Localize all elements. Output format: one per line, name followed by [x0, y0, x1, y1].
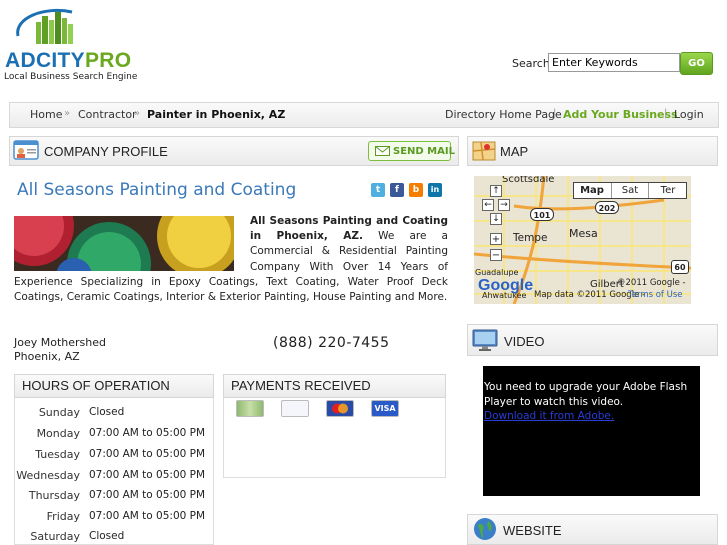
hours-time: 07:00 AM to 05:00 PM: [89, 489, 206, 501]
check-icon: [281, 400, 309, 417]
route-101-shield: 101: [530, 208, 554, 221]
logo-tagline: Local Business Search Engine: [4, 72, 138, 82]
download-adobe-link[interactable]: Download it from Adobe.: [484, 410, 614, 422]
hours-time: Closed: [89, 406, 125, 418]
website-title: WEBSITE: [503, 523, 562, 538]
hours-time: 07:00 AM to 05:00 PM: [89, 469, 206, 481]
profile-card-icon: [13, 140, 39, 160]
search-input[interactable]: [548, 53, 680, 72]
breadcrumb-separator: »: [64, 108, 71, 119]
map-view[interactable]: Scottsdale Tempe Mesa Gilbert Guadalupe …: [474, 176, 691, 304]
directory-home-link[interactable]: Directory Home Page: [445, 108, 562, 121]
hours-title: HOURS OF OPERATION: [22, 378, 170, 393]
route-60-shield: 60: [671, 260, 689, 274]
hours-day: Sunday: [38, 406, 80, 419]
hours-day: Friday: [46, 510, 80, 523]
send-mail-label: SEND MAIL: [393, 146, 455, 157]
add-business-link[interactable]: Add Your Business: [563, 108, 678, 121]
go-button[interactable]: GO: [680, 52, 713, 75]
twitter-icon[interactable]: t: [371, 183, 385, 197]
flash-upgrade-message: You need to upgrade your Adobe Flash Pla…: [484, 381, 688, 408]
nav-divider: |: [664, 108, 668, 119]
pan-up-icon[interactable]: ↑: [490, 185, 502, 197]
search-label: Search: [512, 57, 550, 70]
hours-time: 07:00 AM to 05:00 PM: [89, 510, 206, 522]
map-copyright: ©2011 Google -: [617, 278, 686, 288]
map-label-guadalupe: Guadalupe: [475, 268, 519, 277]
globe-icon: [474, 518, 496, 540]
hours-time: 07:00 AM to 05:00 PM: [89, 448, 206, 460]
business-name: All Seasons Painting and Coating: [17, 180, 297, 200]
map-icon: [472, 141, 496, 161]
route-202-shield: 202: [595, 201, 619, 214]
mastercard-icon: [326, 400, 354, 417]
hours-day: Monday: [36, 427, 80, 440]
logo-swoosh-icon: [16, 9, 73, 44]
contact-city: Phoenix, AZ: [14, 350, 80, 363]
hours-day: Saturday: [30, 530, 80, 543]
phone-number: (888) 220-7455: [273, 335, 390, 351]
map-label-tempe: Tempe: [513, 232, 548, 244]
company-profile-title: COMPANY PROFILE: [44, 144, 168, 159]
zoom-in-icon[interactable]: +: [490, 233, 502, 245]
visa-icon: VISA: [371, 400, 399, 417]
blogger-icon[interactable]: b: [409, 183, 423, 197]
monitor-icon: [472, 329, 498, 351]
pan-right-icon[interactable]: →: [498, 199, 510, 211]
business-description: All Seasons Painting and Coating in Phoe…: [14, 214, 448, 305]
google-logo[interactable]: Google: [478, 277, 533, 295]
pan-left-icon[interactable]: ←: [482, 199, 494, 211]
map-type-map[interactable]: Map: [574, 183, 610, 198]
logo[interactable]: ADCITYPRO: [5, 49, 131, 73]
login-link[interactable]: Login: [674, 108, 704, 121]
hours-day: Thursday: [28, 489, 80, 502]
facebook-icon[interactable]: f: [390, 183, 404, 197]
breadcrumb-contractor[interactable]: Contractor: [78, 108, 137, 121]
contact-name: Joey Mothershed: [14, 336, 106, 349]
breadcrumb-home[interactable]: Home: [30, 108, 62, 121]
payments-title: PAYMENTS RECEIVED: [231, 378, 371, 393]
hours-time: 07:00 AM to 05:00 PM: [89, 427, 206, 439]
video-title: VIDEO: [504, 334, 545, 349]
map-label-mesa: Mesa: [569, 227, 598, 240]
cash-icon: [236, 400, 264, 417]
map-type-sat[interactable]: Sat: [611, 183, 648, 198]
hours-time: Closed: [89, 530, 125, 542]
hours-day: Wednesday: [16, 469, 80, 482]
breadcrumb-separator: »: [134, 108, 141, 119]
breadcrumb-current: Painter in Phoenix, AZ: [147, 108, 286, 121]
map-terms-link[interactable]: Terms of Use: [628, 290, 683, 300]
linkedin-icon[interactable]: in: [428, 183, 442, 197]
pan-down-icon[interactable]: ↓: [490, 213, 502, 225]
map-type-ter[interactable]: Ter: [648, 183, 687, 198]
mail-icon: [375, 146, 390, 156]
map-title: MAP: [500, 144, 529, 159]
hours-day: Tuesday: [35, 448, 80, 461]
nav-divider: |: [553, 108, 557, 119]
map-label-scottsdale: Scottsdale: [502, 176, 555, 185]
zoom-out-icon[interactable]: −: [490, 249, 502, 261]
